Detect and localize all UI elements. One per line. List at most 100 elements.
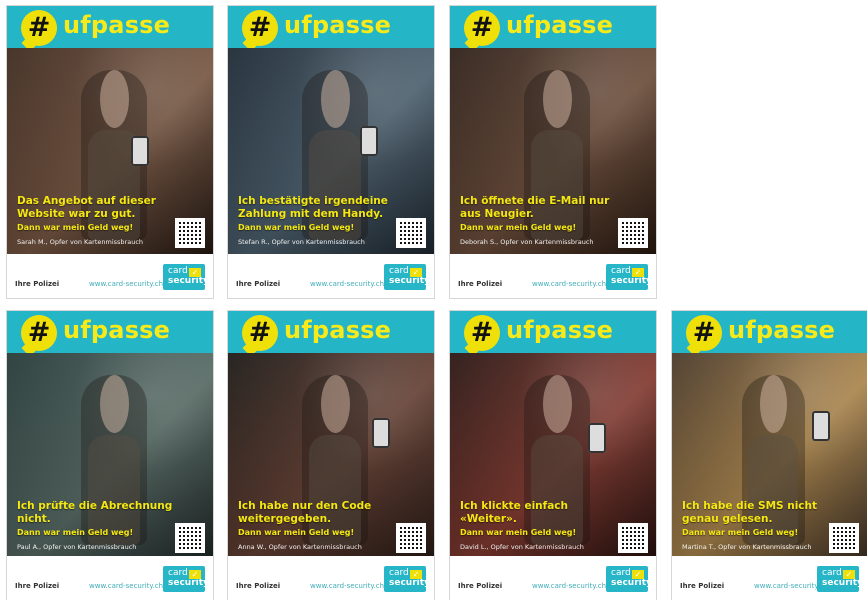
hash-badge-icon: # [242,315,278,351]
poster-subline: Dann war mein Geld weg! [17,528,134,537]
poster-subline: Dann war mein Geld weg! [460,528,577,537]
logo-top-text: card [389,266,409,276]
footer-url[interactable]: www.card-security.ch [310,582,384,590]
poster-headline: Ich habe die SMS nicht genau gelesen. [682,500,818,525]
poster-footer: Ihre Polizei www.card-security.ch card s… [450,254,656,298]
poster-credit: Stefan R., Opfer von Kartenmissbrauch [238,238,365,246]
footer-left-text: Ihre Polizei [458,280,503,288]
brand-name: ufpasse [506,316,614,344]
logo-top-text: card [822,568,842,578]
footer-left-text: Ihre Polizei [15,280,60,288]
poster-subline: Dann war mein Geld weg! [238,223,355,232]
brand-name: ufpasse [284,11,392,39]
poster-card: # ufpasse Ich bestätigte irgendeine Zahl… [228,6,434,298]
poster-subline: Dann war mein Geld weg! [17,223,134,232]
logo-bottom-text: security [611,276,652,286]
poster-header: # ufpasse [228,311,434,353]
brand-name: ufpasse [506,11,614,39]
footer-url[interactable]: www.card-security.ch [532,280,606,288]
qr-code-icon [396,523,426,553]
poster-footer: Ihre Polizei www.card-security.ch card s… [228,254,434,298]
poster-card: # ufpasse Ich öffnete die E-Mail nur aus… [450,6,656,298]
logo-top-text: card [611,266,631,276]
logo-top-text: card [168,568,188,578]
poster-subline: Dann war mein Geld weg! [460,223,577,232]
check-icon: ✓ [632,570,644,579]
poster-photo: Ich habe die SMS nicht genau gelesen. Da… [672,353,867,561]
poster-credit: Sarah M., Opfer von Kartenmissbrauch [17,238,144,246]
card-security-logo: card security ✓ [163,264,209,290]
hash-badge-icon: # [21,10,57,46]
poster-photo: Ich bestätigte irgendeine Zahlung mit de… [228,48,434,256]
phone-icon [359,126,378,156]
poster-headline: Ich habe nur den Code weitergegeben. [238,500,372,525]
poster-card: # ufpasse Ich prüfte die Abrechnung nich… [7,311,213,600]
qr-code-icon [618,218,648,248]
card-security-logo: card security ✓ [384,566,430,592]
logo-bottom-text: security [822,578,863,588]
hash-badge-icon: # [686,315,722,351]
poster-credit: David L., Opfer von Kartenmissbrauch [460,543,584,551]
poster-header: # ufpasse [450,6,656,48]
footer-url[interactable]: www.card-security.ch [532,582,606,590]
poster-header: # ufpasse [7,311,213,353]
brand-name: ufpasse [284,316,392,344]
poster-photo: Ich klickte einfach «Weiter». Dann war m… [450,353,656,561]
qr-code-icon [175,218,205,248]
poster-headline: Ich prüfte die Abrechnung nicht. [17,500,173,525]
poster-photo: Das Angebot auf dieser Website war zu gu… [7,48,213,256]
card-security-logo: card security ✓ [384,264,430,290]
poster-header: # ufpasse [228,6,434,48]
phone-icon [130,136,149,166]
footer-url[interactable]: www.card-security.ch [310,280,384,288]
poster-headline: Ich bestätigte irgendeine Zahlung mit de… [238,195,388,220]
footer-left-text: Ihre Polizei [680,582,725,590]
poster-subline: Dann war mein Geld weg! [682,528,799,537]
logo-top-text: card [611,568,631,578]
card-security-logo: card security ✓ [817,566,863,592]
poster-card: # ufpasse Ich habe nur den Code weiterge… [228,311,434,600]
hash-badge-icon: # [464,10,500,46]
poster-credit: Martina T., Opfer von Kartenmissbrauch [682,543,812,551]
poster-header: # ufpasse [7,6,213,48]
logo-bottom-text: security [389,276,430,286]
logo-top-text: card [168,266,188,276]
check-icon: ✓ [189,570,201,579]
logo-bottom-text: security [168,276,209,286]
check-icon: ✓ [189,268,201,277]
poster-headline: Ich klickte einfach «Weiter». [460,500,568,525]
poster-header: # ufpasse [672,311,867,353]
phone-icon [588,423,607,453]
poster-headline: Ich öffnete die E-Mail nur aus Neugier. [460,195,610,220]
footer-left-text: Ihre Polizei [458,582,503,590]
hash-badge-icon: # [242,10,278,46]
hash-badge-icon: # [464,315,500,351]
check-icon: ✓ [632,268,644,277]
hash-badge-icon: # [21,315,57,351]
footer-url[interactable]: www.card-security.ch [89,280,163,288]
poster-subline: Dann war mein Geld weg! [238,528,355,537]
footer-left-text: Ihre Polizei [236,582,281,590]
qr-code-icon [618,523,648,553]
qr-code-icon [396,218,426,248]
brand-name: ufpasse [728,316,836,344]
poster-credit: Deborah S., Opfer von Kartenmissbrauch [460,238,594,246]
card-security-logo: card security ✓ [606,264,652,290]
footer-left-text: Ihre Polizei [236,280,281,288]
poster-photo: Ich prüfte die Abrechnung nicht. Dann wa… [7,353,213,561]
card-security-logo: card security ✓ [606,566,652,592]
poster-footer: Ihre Polizei www.card-security.ch card s… [228,556,434,600]
phone-icon [812,411,831,441]
poster-footer: Ihre Polizei www.card-security.ch card s… [7,254,213,298]
footer-url[interactable]: www.card-security.ch [89,582,163,590]
brand-name: ufpasse [63,316,171,344]
poster-photo: Ich habe nur den Code weitergegeben. Dan… [228,353,434,561]
check-icon: ✓ [843,570,855,579]
logo-bottom-text: security [389,578,430,588]
poster-footer: Ihre Polizei www.card-security.ch card s… [450,556,656,600]
poster-photo: Ich öffnete die E-Mail nur aus Neugier. … [450,48,656,256]
logo-top-text: card [389,568,409,578]
poster-card: # ufpasse Ich klickte einfach «Weiter». … [450,311,656,600]
footer-left-text: Ihre Polizei [15,582,60,590]
check-icon: ✓ [410,570,422,579]
